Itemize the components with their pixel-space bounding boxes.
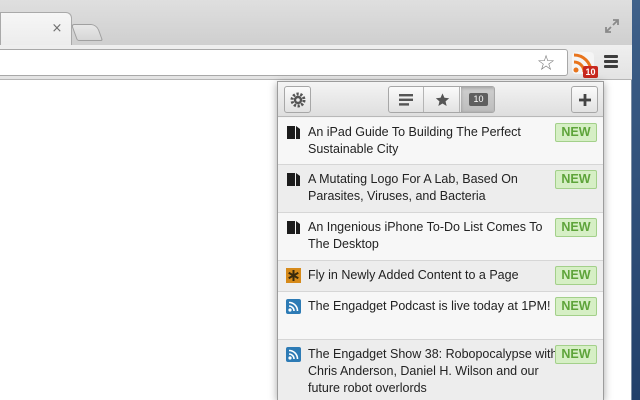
gear-icon bbox=[290, 92, 305, 107]
tab-close-icon[interactable]: × bbox=[50, 22, 64, 36]
list-item[interactable]: A Mutating Logo For A Lab, Based On Para… bbox=[278, 165, 603, 213]
item-title: A Mutating Logo For A Lab, Based On Para… bbox=[308, 172, 518, 203]
rss-feed-icon bbox=[286, 299, 301, 314]
unread-count-icon: 10 bbox=[469, 93, 488, 106]
list-item[interactable]: An iPad Guide To Building The Perfect Su… bbox=[278, 118, 603, 165]
new-badge: NEW bbox=[555, 266, 597, 285]
feed-item-list: An iPad Guide To Building The Perfect Su… bbox=[278, 118, 603, 400]
item-title: The Engadget Podcast is live today at 1P… bbox=[308, 299, 551, 313]
list-item[interactable]: The Engadget Podcast is live today at 1P… bbox=[278, 292, 603, 340]
list-view-button[interactable] bbox=[389, 87, 424, 112]
bookmark-doc-icon bbox=[287, 221, 300, 234]
address-bar[interactable]: ☆ bbox=[0, 49, 568, 76]
item-title: An iPad Guide To Building The Perfect Su… bbox=[308, 125, 521, 156]
list-item[interactable]: The Engadget Show 38: Robopocalypse with… bbox=[278, 340, 603, 400]
list-item[interactable]: An Ingenious iPhone To-Do List Comes To … bbox=[278, 213, 603, 261]
new-badge: NEW bbox=[555, 345, 597, 364]
unread-view-button[interactable]: 10 bbox=[461, 87, 494, 112]
new-tab-button[interactable] bbox=[70, 24, 104, 41]
list-icon bbox=[399, 93, 413, 106]
settings-button[interactable] bbox=[284, 86, 311, 113]
item-title: The Engadget Show 38: Robopocalypse with… bbox=[308, 347, 558, 395]
rss-feed-icon bbox=[286, 347, 301, 362]
list-item[interactable]: Fly in Newly Added Content to a Page NEW bbox=[278, 261, 603, 292]
item-title: An Ingenious iPhone To-Do List Comes To … bbox=[308, 220, 543, 251]
starred-view-button[interactable] bbox=[425, 87, 460, 112]
add-feed-button[interactable] bbox=[571, 86, 598, 113]
new-badge: NEW bbox=[555, 218, 597, 237]
extension-unread-badge: 10 bbox=[583, 66, 598, 78]
browser-menu-icon[interactable] bbox=[604, 55, 620, 71]
bookmark-doc-icon bbox=[287, 126, 300, 139]
browser-toolbar: ☆ bbox=[0, 45, 632, 80]
bookmark-doc-icon bbox=[287, 173, 300, 186]
star-icon bbox=[435, 92, 449, 106]
tab-strip: × bbox=[0, 0, 632, 46]
new-badge: NEW bbox=[555, 170, 597, 189]
fullscreen-icon[interactable] bbox=[604, 18, 620, 34]
asterisk-feed-icon bbox=[286, 268, 301, 283]
new-badge: NEW bbox=[555, 297, 597, 316]
view-switcher: 10 bbox=[388, 86, 495, 113]
new-badge: NEW bbox=[555, 123, 597, 142]
item-title: Fly in Newly Added Content to a Page bbox=[308, 268, 519, 282]
plus-icon bbox=[578, 93, 591, 106]
bookmark-star-icon[interactable]: ☆ bbox=[535, 52, 557, 74]
feed-reader-popup: 10 An iPad Guide To Building The Perfect… bbox=[277, 81, 604, 400]
browser-tab[interactable]: × bbox=[0, 12, 72, 46]
popup-toolbar: 10 bbox=[278, 82, 603, 117]
